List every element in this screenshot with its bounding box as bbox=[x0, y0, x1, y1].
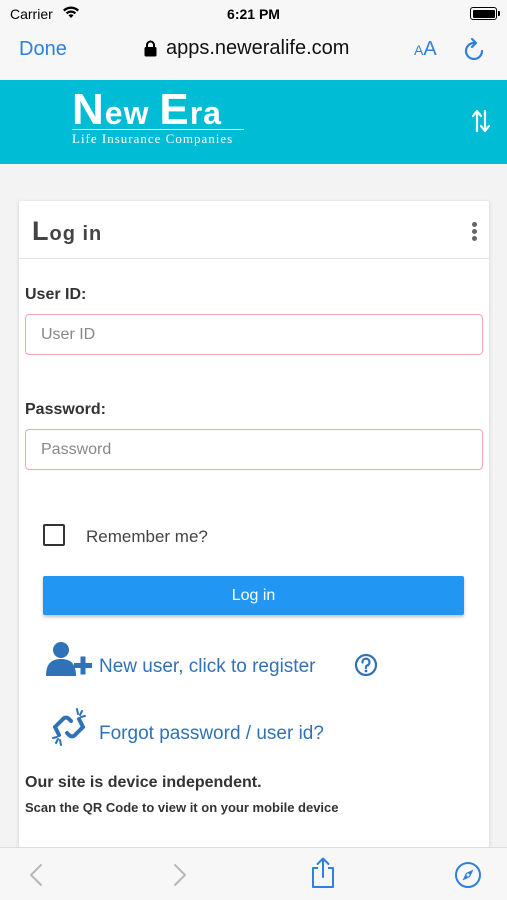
back-icon[interactable] bbox=[28, 863, 44, 887]
remember-me-label[interactable]: Remember me? bbox=[86, 527, 208, 547]
page-title: Log in bbox=[32, 216, 103, 246]
done-button[interactable]: Done bbox=[19, 38, 67, 61]
site-header: New Era Life Insurance Companies bbox=[0, 80, 507, 164]
text-size-large: A bbox=[423, 38, 437, 60]
userid-label: User ID: bbox=[25, 286, 87, 303]
battery-icon bbox=[470, 7, 500, 20]
brand-subtitle: Life Insurance Companies bbox=[72, 129, 244, 147]
password-input[interactable] bbox=[25, 429, 483, 470]
help-icon[interactable] bbox=[354, 653, 378, 677]
password-label: Password: bbox=[25, 401, 106, 418]
add-user-icon[interactable] bbox=[46, 641, 94, 677]
status-bar: Carrier 6:21 PM bbox=[0, 0, 507, 28]
register-link[interactable]: New user, click to register bbox=[99, 656, 315, 678]
login-card: Log in User ID: Password: Remember me? L… bbox=[19, 201, 489, 861]
text-size-button[interactable]: AA bbox=[414, 38, 437, 61]
forgot-password-link[interactable]: Forgot password / user id? bbox=[99, 723, 324, 745]
lock-icon bbox=[144, 40, 157, 57]
share-icon[interactable] bbox=[310, 857, 336, 889]
reload-icon[interactable] bbox=[463, 38, 485, 62]
forward-icon[interactable] bbox=[172, 863, 188, 887]
userid-input[interactable] bbox=[25, 314, 483, 355]
device-heading: Our site is device independent. bbox=[25, 774, 262, 791]
device-subtext: Scan the QR Code to view it on your mobi… bbox=[25, 800, 339, 815]
bottom-toolbar bbox=[0, 847, 507, 900]
compass-icon[interactable] bbox=[454, 861, 482, 889]
broken-link-icon[interactable] bbox=[49, 707, 89, 747]
card-header: Log in bbox=[19, 201, 489, 259]
brand-name: New Era bbox=[72, 85, 222, 134]
text-size-small: A bbox=[414, 42, 424, 58]
kebab-menu-icon[interactable] bbox=[472, 222, 477, 243]
status-time: 6:21 PM bbox=[227, 6, 280, 22]
sort-icon[interactable] bbox=[472, 109, 490, 133]
new-era-logo[interactable]: New Era Life Insurance Companies bbox=[72, 85, 244, 147]
remember-me-checkbox[interactable] bbox=[43, 524, 65, 546]
login-button[interactable]: Log in bbox=[43, 576, 464, 615]
url-bar[interactable]: apps.neweralife.com bbox=[166, 37, 349, 60]
browser-toolbar: Done apps.neweralife.com AA bbox=[0, 28, 507, 80]
